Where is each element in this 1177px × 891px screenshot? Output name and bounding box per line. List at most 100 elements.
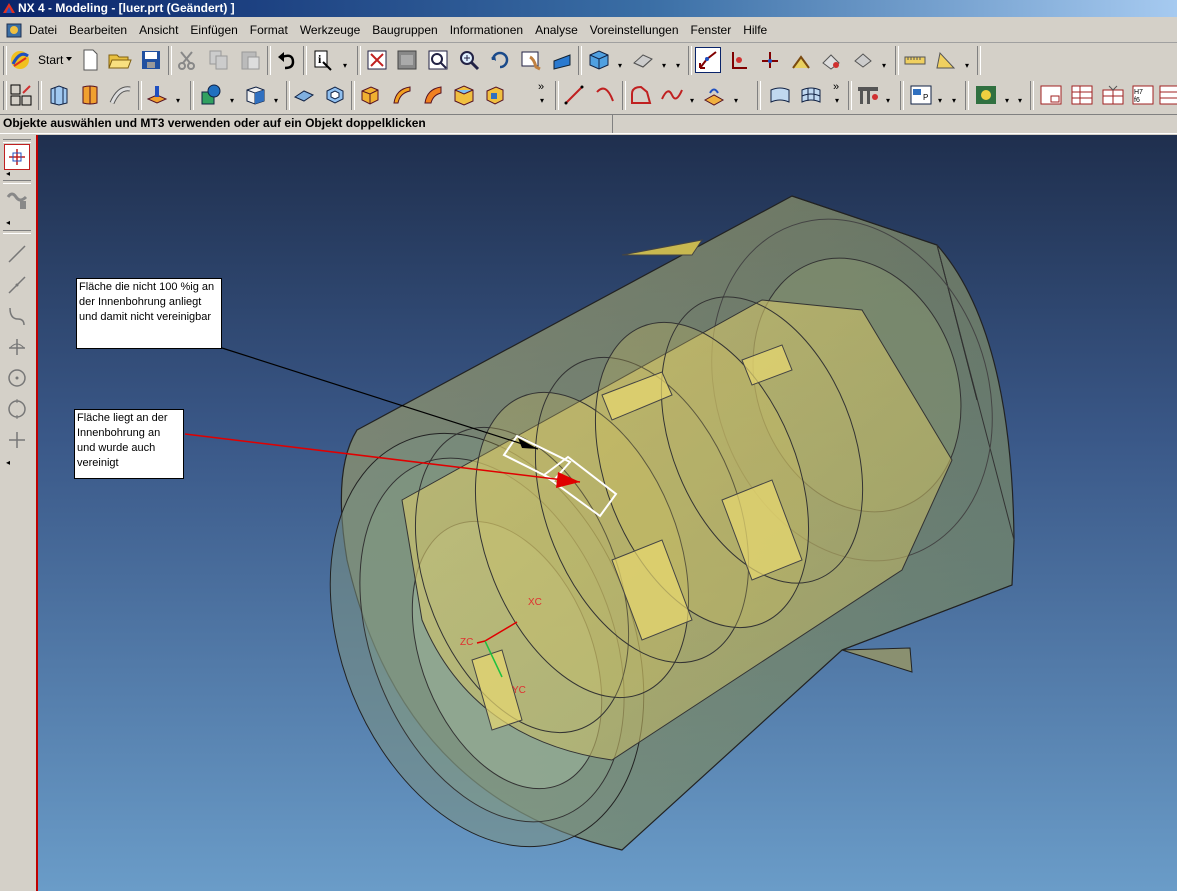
tabular-note-button[interactable] xyxy=(1100,82,1126,108)
sketch-arc-button[interactable] xyxy=(4,272,30,298)
scale-body-button[interactable] xyxy=(482,82,508,108)
sketch-point-button[interactable] xyxy=(4,427,30,453)
menu-item-informationen[interactable]: Informationen xyxy=(450,23,523,38)
zoom-window-button[interactable] xyxy=(394,47,420,73)
dropdown-arrow-icon[interactable]: ▾ xyxy=(176,97,182,105)
menu-item-datei[interactable]: Datei xyxy=(29,23,57,38)
parts-list-button[interactable] xyxy=(1069,82,1095,108)
sketch-tangent-button[interactable] xyxy=(4,334,30,360)
assembly-button[interactable] xyxy=(855,82,881,108)
pan-button[interactable] xyxy=(518,47,544,73)
arc-button[interactable] xyxy=(592,82,618,108)
chamfer-button[interactable] xyxy=(291,82,317,108)
left-toolbar-expand-icon[interactable]: ◂ xyxy=(6,458,10,467)
left-toolbar-expand-icon[interactable]: ◂ xyxy=(6,218,10,227)
menu-item-hilfe[interactable]: Hilfe xyxy=(743,23,767,38)
annotation-note-1[interactable]: Fläche die nicht 100 %ig an der Innenboh… xyxy=(76,278,222,349)
dropdown-arrow-icon[interactable]: ▾ xyxy=(662,62,668,70)
menu-item-format[interactable]: Format xyxy=(250,23,288,38)
toolbar-overflow-icon[interactable]: » xyxy=(538,81,544,93)
filter-options-button[interactable] xyxy=(850,47,876,73)
cut-button[interactable] xyxy=(174,47,200,73)
menu-item-analyse[interactable]: Analyse xyxy=(535,23,578,38)
dropdown-arrow-icon[interactable]: ▾ xyxy=(230,97,236,105)
annotation-note-2[interactable]: Fläche liegt an der Innenbohrung an und … xyxy=(74,409,184,479)
manufacturing-button[interactable] xyxy=(973,82,999,108)
sketch-button[interactable] xyxy=(8,82,34,108)
hole-button[interactable] xyxy=(144,82,170,108)
part-model[interactable] xyxy=(36,135,1177,891)
symbol-button[interactable] xyxy=(1158,82,1177,108)
soft-blend-button[interactable] xyxy=(420,82,446,108)
perspective-button[interactable] xyxy=(549,47,575,73)
dropdown-arrow-icon[interactable]: ▾ xyxy=(1018,97,1024,105)
new-file-button[interactable] xyxy=(77,47,103,73)
menu-item-werkzeuge[interactable]: Werkzeuge xyxy=(300,23,360,38)
zoom-in-out-button[interactable] xyxy=(456,47,482,73)
spline-button[interactable] xyxy=(659,82,685,108)
dropdown-arrow-icon[interactable]: ▾ xyxy=(1005,97,1011,105)
filter-button[interactable] xyxy=(818,47,844,73)
fit-tolerance-button[interactable]: H7 f6 xyxy=(1130,82,1156,108)
unite-button[interactable] xyxy=(198,82,224,108)
sketch-circle-button[interactable] xyxy=(4,396,30,422)
wave-geometry-button[interactable] xyxy=(4,187,30,213)
dropdown-arrow-icon[interactable]: ▾ xyxy=(618,62,624,70)
toolbar-overflow-icon[interactable]: » xyxy=(833,81,839,93)
dropdown-arrow-icon[interactable]: ▾ xyxy=(734,97,740,105)
sketch-curve-button[interactable] xyxy=(4,303,30,329)
measure-distance-button[interactable] xyxy=(902,47,928,73)
left-toolbar-expand-icon[interactable]: ◂ xyxy=(6,169,10,178)
sketch-line-button[interactable] xyxy=(4,241,30,267)
open-file-button[interactable] xyxy=(107,47,133,73)
background-button[interactable] xyxy=(630,47,656,73)
zoom-button[interactable] xyxy=(425,47,451,73)
sweep-button[interactable] xyxy=(108,82,134,108)
dropdown-arrow-icon[interactable]: ▾ xyxy=(676,62,682,70)
select-button[interactable] xyxy=(695,47,721,73)
menu-item-ansicht[interactable]: Ansicht xyxy=(139,23,178,38)
dropdown-arrow-icon[interactable]: ▾ xyxy=(882,62,888,70)
face-blend-button[interactable] xyxy=(389,82,415,108)
snap-button[interactable] xyxy=(788,47,814,73)
dropdown-arrow-icon[interactable]: ▾ xyxy=(886,97,892,105)
measure-angle-button[interactable] xyxy=(933,47,959,73)
copy-button[interactable] xyxy=(206,47,232,73)
drawing-button[interactable]: P xyxy=(908,82,934,108)
point-constructor-button[interactable] xyxy=(4,144,30,170)
menu-item-fenster[interactable]: Fenster xyxy=(691,23,732,38)
edge-blend-button[interactable] xyxy=(357,82,383,108)
dropdown-arrow-icon[interactable]: ▾ xyxy=(274,97,280,105)
rotate-button[interactable] xyxy=(487,47,513,73)
extrude-button[interactable] xyxy=(46,82,72,108)
dropdown-arrow-icon[interactable]: ▾ xyxy=(952,97,958,105)
dropdown-arrow-icon[interactable]: ▾ xyxy=(540,97,546,105)
mesh-surface-button[interactable] xyxy=(798,82,824,108)
render-style-button[interactable] xyxy=(586,47,612,73)
feature-select-button[interactable] xyxy=(726,47,752,73)
paste-button[interactable] xyxy=(237,47,263,73)
dropdown-arrow-icon[interactable]: ▾ xyxy=(835,97,841,105)
fillet-curve-button[interactable] xyxy=(628,82,654,108)
dropdown-arrow-icon[interactable]: ▾ xyxy=(965,62,971,70)
sheet-button[interactable] xyxy=(1038,82,1064,108)
fit-view-button[interactable] xyxy=(364,47,390,73)
shell-button[interactable] xyxy=(322,82,348,108)
nx-menu-icon[interactable] xyxy=(6,22,24,39)
save-button[interactable] xyxy=(138,47,164,73)
point-select-button[interactable] xyxy=(757,47,783,73)
dropdown-arrow-icon[interactable]: ▾ xyxy=(343,62,349,70)
sketch-circle-center-button[interactable] xyxy=(4,365,30,391)
block-button[interactable] xyxy=(242,82,268,108)
menu-item-bearbeiten[interactable]: Bearbeiten xyxy=(69,23,127,38)
line-button[interactable] xyxy=(561,82,587,108)
undo-button[interactable] xyxy=(274,47,300,73)
information-button[interactable]: i xyxy=(310,47,336,73)
menu-item-voreinstellungen[interactable]: Voreinstellungen xyxy=(590,23,679,38)
through-curves-button[interactable] xyxy=(767,82,793,108)
graphics-window[interactable]: ZC YC XC Fläche die nicht 100 %ig an der… xyxy=(36,135,1177,891)
dropdown-arrow-icon[interactable]: ▾ xyxy=(938,97,944,105)
dropdown-arrow-icon[interactable]: ▾ xyxy=(690,97,696,105)
menu-item-einfügen[interactable]: Einfügen xyxy=(190,23,237,38)
menu-item-baugruppen[interactable]: Baugruppen xyxy=(372,23,437,38)
